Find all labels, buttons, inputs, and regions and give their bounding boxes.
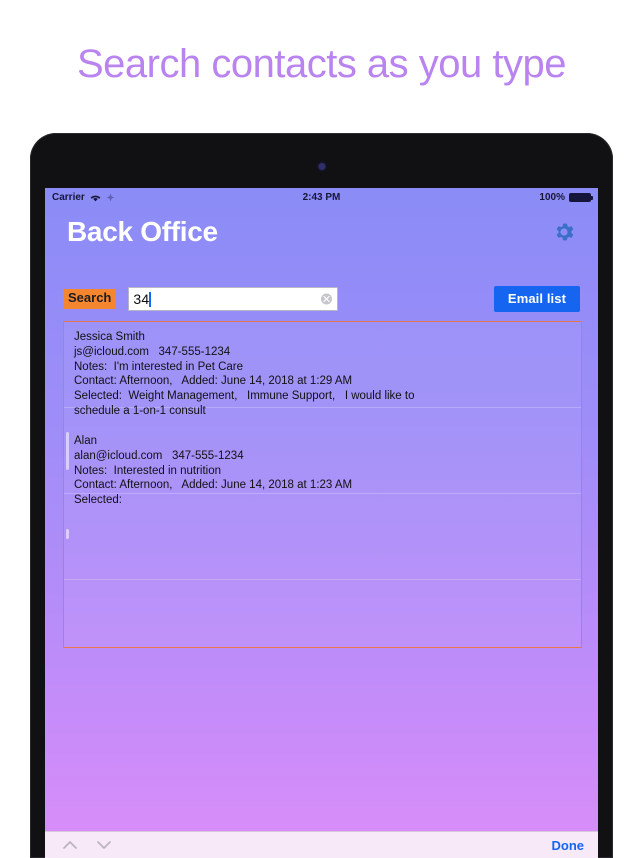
contact-record[interactable]: Alan alan@icloud.com 347-555-1234 Notes:… — [74, 434, 571, 508]
search-label: Search — [63, 289, 117, 309]
search-input[interactable]: 34 — [128, 287, 339, 311]
input-accessory-bar: Done — [45, 831, 598, 858]
contact-record[interactable]: Jessica Smith js@icloud.com 347-555-1234… — [74, 330, 571, 419]
chevron-down-icon[interactable] — [93, 834, 115, 856]
email-list-button[interactable]: Email list — [493, 286, 580, 312]
app-header: Back Office — [45, 206, 598, 258]
battery-icon — [569, 192, 593, 202]
gear-icon[interactable] — [552, 220, 576, 244]
search-row: Search 34 Email list — [45, 286, 598, 312]
ipad-device-frame: Carrier 2:43 PM 100% Back Office Search … — [30, 133, 613, 858]
scroll-indicator[interactable] — [66, 529, 69, 539]
battery-percent-label: 100% — [539, 191, 565, 203]
text-caret — [149, 291, 151, 307]
contact-meta: Contact: Afternoon, Added: June 14, 2018… — [74, 375, 353, 388]
contact-email-phone: js@icloud.com 347-555-1234 — [74, 345, 231, 358]
contact-selected: Selected: — [74, 494, 122, 507]
contact-notes: Notes: I'm interested in Pet Care — [74, 360, 244, 373]
contact-name: Jessica Smith — [74, 331, 145, 343]
page-title: Search contacts as you type — [77, 42, 567, 86]
front-camera-icon — [318, 163, 325, 170]
search-input-value: 34 — [133, 291, 150, 307]
contact-selected: Selected: Weight Management, Immune Supp… — [74, 390, 415, 403]
status-bar: Carrier 2:43 PM 100% — [45, 188, 598, 206]
results-textarea[interactable]: Jessica Smith js@icloud.com 347-555-1234… — [63, 321, 582, 648]
contact-name: Alan — [74, 434, 98, 447]
contact-notes: Notes: Interested in nutrition — [74, 464, 222, 477]
done-button[interactable]: Done — [552, 838, 585, 853]
status-bar-right: 100% — [539, 191, 593, 203]
device-screen: Carrier 2:43 PM 100% Back Office Search … — [45, 188, 598, 858]
contact-selected-cont: schedule a 1-on-1 consult — [74, 405, 206, 418]
contact-meta: Contact: Afternoon, Added: June 14, 2018… — [74, 479, 353, 492]
status-time: 2:43 PM — [302, 191, 341, 203]
chevron-up-icon[interactable] — [59, 834, 81, 856]
contact-email-phone: alan@icloud.com 347-555-1234 — [74, 449, 244, 462]
clear-icon[interactable] — [321, 293, 333, 305]
app-title: Back Office — [67, 216, 218, 247]
scroll-indicator[interactable] — [66, 432, 69, 470]
page-root: Search contacts as you type Carrier 2:43… — [0, 0, 643, 858]
